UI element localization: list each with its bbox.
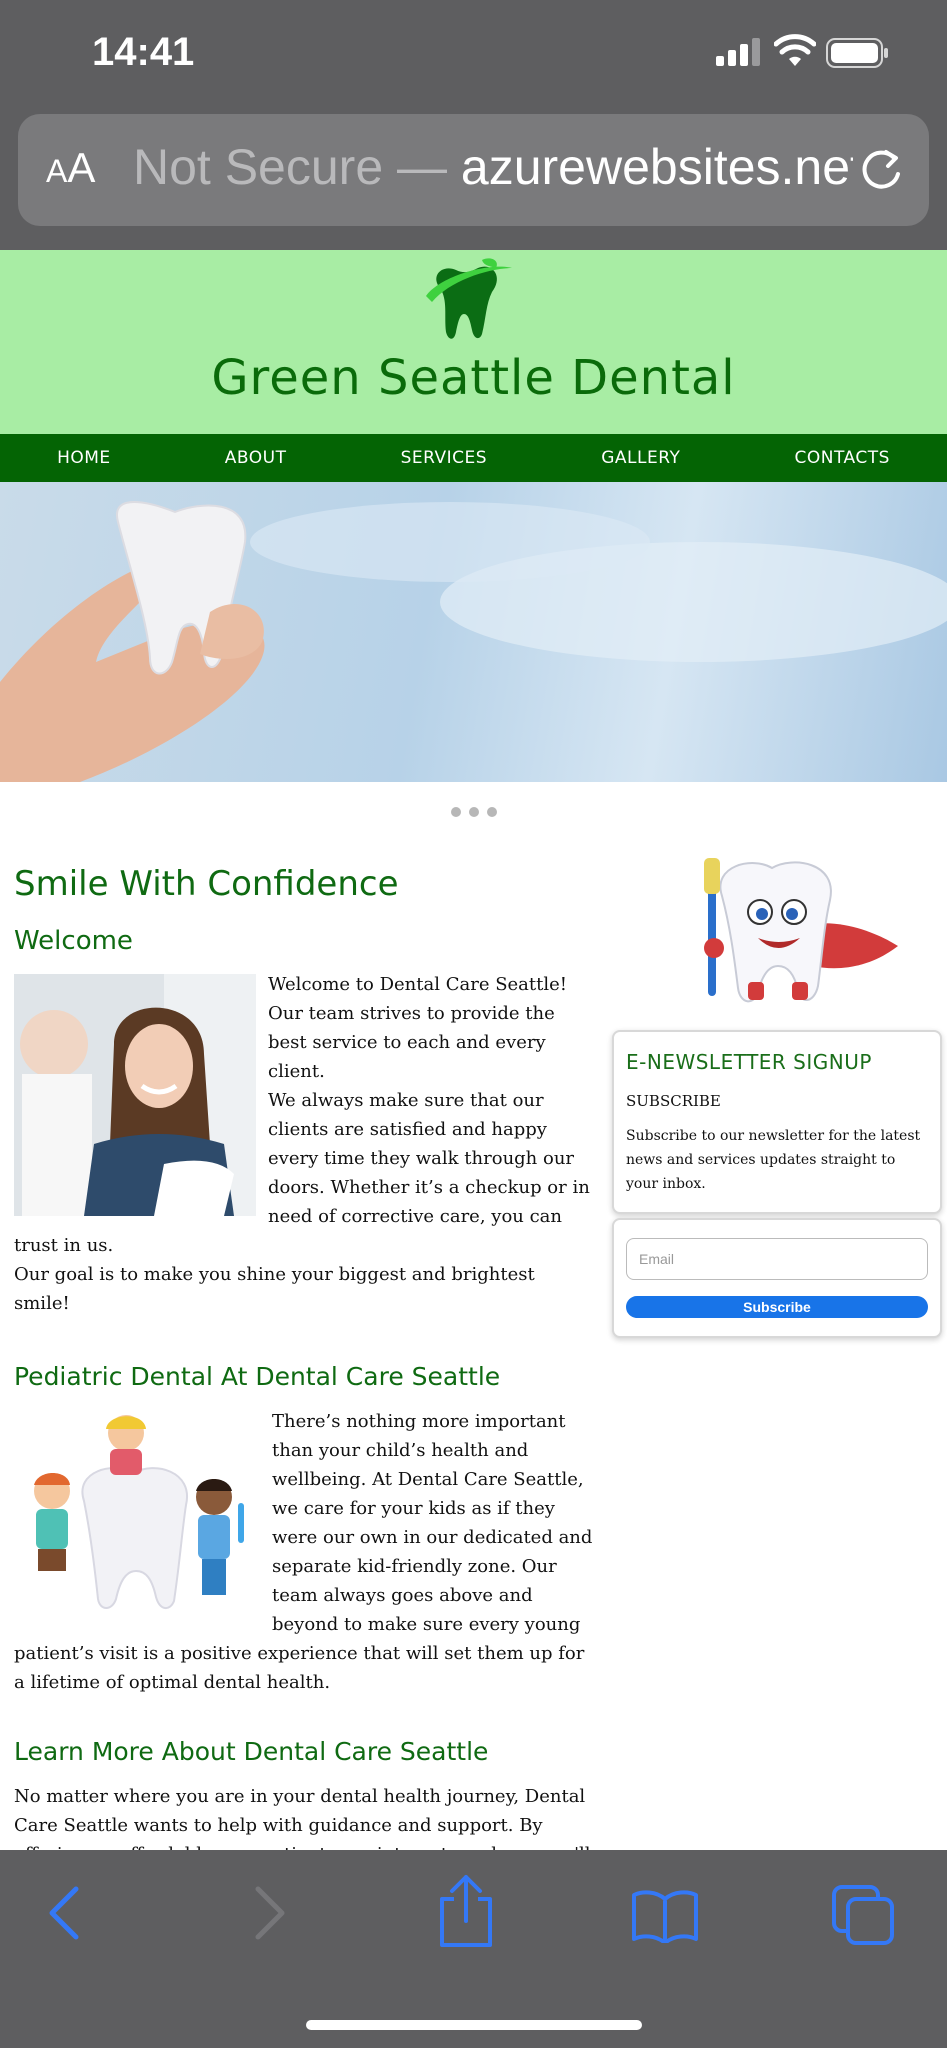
forward-icon[interactable] xyxy=(250,1883,290,1943)
carousel-dots[interactable] xyxy=(0,782,947,842)
carousel-dot[interactable] xyxy=(450,807,461,817)
welcome-heading: Welcome xyxy=(14,926,133,956)
reload-icon[interactable] xyxy=(856,144,906,194)
main-nav: HOME ABOUT SERVICES GALLERY CONTACTS xyxy=(0,434,947,482)
carousel-dot[interactable] xyxy=(468,807,479,817)
url-host: azurewebsites.net xyxy=(460,139,853,195)
bookmarks-icon[interactable] xyxy=(630,1887,700,1943)
nav-contacts[interactable]: CONTACTS xyxy=(794,448,889,468)
nav-home[interactable]: HOME xyxy=(57,448,111,468)
status-bar: 14:41 xyxy=(0,0,947,110)
site-header: Green Seattle Dental xyxy=(0,250,947,434)
nav-about[interactable]: ABOUT xyxy=(225,448,287,468)
wifi-icon xyxy=(774,34,816,66)
nav-services[interactable]: SERVICES xyxy=(401,448,487,468)
email-input[interactable]: Email xyxy=(626,1238,928,1280)
hand-holding-tooth-image xyxy=(0,501,947,782)
newsletter-widget: E-NEWSLETTER SIGNUP SUBSCRIBE Subscribe … xyxy=(612,1030,942,1214)
site-brand: Green Seattle Dental xyxy=(211,350,736,406)
learn-more-text: No matter where you are in your dental h… xyxy=(14,1786,591,1850)
pediatric-heading: Pediatric Dental At Dental Care Seattle xyxy=(14,1362,501,1391)
security-label: Not Secure — xyxy=(133,139,461,195)
nav-gallery[interactable]: GALLERY xyxy=(601,448,680,468)
browser-toolbar xyxy=(0,1865,947,2048)
carousel-dot[interactable] xyxy=(486,807,497,817)
home-indicator xyxy=(306,2020,642,2030)
newsletter-form: Email Subscribe xyxy=(612,1218,942,1338)
subscribe-label: SUBSCRIBE xyxy=(626,1092,721,1110)
subscribe-button[interactable]: Subscribe xyxy=(626,1296,928,1318)
learn-more-heading: Learn More About Dental Care Seattle xyxy=(14,1737,489,1766)
text-size-small-glyph: A xyxy=(46,153,68,189)
tooth-logo-icon xyxy=(426,258,512,339)
newsletter-description: Subscribe to our newsletter for the late… xyxy=(626,1128,921,1192)
hero-banner xyxy=(0,482,947,782)
text-size-big-glyph: A xyxy=(67,144,96,191)
signal-icon xyxy=(716,38,760,66)
share-icon[interactable] xyxy=(436,1873,496,1949)
kids-with-tooth-image xyxy=(14,1411,260,1615)
text-size-button[interactable]: AA xyxy=(46,144,95,192)
url-field[interactable]: Not Secure — azurewebsites.net xyxy=(133,138,853,196)
battery-icon xyxy=(826,38,888,68)
tabs-icon[interactable] xyxy=(830,1883,896,1947)
newsletter-title: E-NEWSLETTER SIGNUP xyxy=(626,1050,872,1074)
address-bar[interactable]: AA Not Secure — azurewebsites.net xyxy=(18,114,929,226)
page-headline: Smile With Confidence xyxy=(14,864,399,904)
welcome-text-3: Our goal is to make you shine your bigge… xyxy=(14,1264,535,1314)
sidebar: E-NEWSLETTER SIGNUP SUBSCRIBE Subscribe … xyxy=(612,842,942,1338)
tooth-mascot-image xyxy=(612,856,942,1010)
main-column: Smile With Confidence Welcome Welcome to… xyxy=(14,842,594,1850)
back-icon[interactable] xyxy=(44,1883,84,1943)
patient-smiling-image xyxy=(14,974,256,1220)
status-time: 14:41 xyxy=(92,30,195,74)
web-page: Green Seattle Dental HOME ABOUT SERVICES… xyxy=(0,250,947,1850)
